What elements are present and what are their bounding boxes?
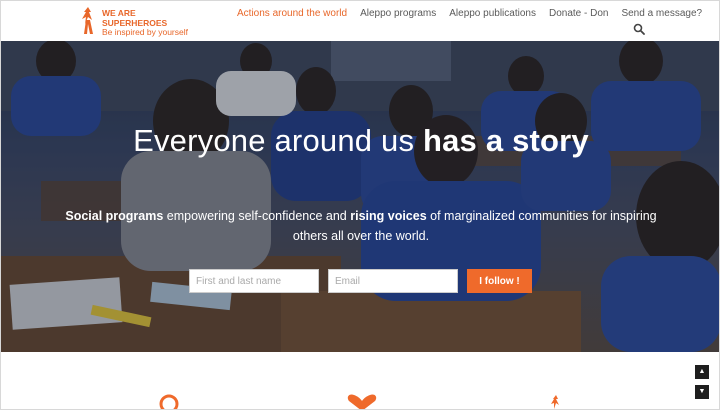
hero-title-bold: has a story bbox=[422, 123, 589, 158]
nav-item-aleppo-programs[interactable]: Aleppo programs bbox=[360, 8, 436, 19]
hero-subtitle: Social programs empowering self-confiden… bbox=[61, 206, 661, 246]
caret-up-icon[interactable]: ▲ bbox=[695, 365, 709, 379]
nav-item-donate[interactable]: Donate - Don bbox=[549, 8, 608, 19]
hero-sub-text-1: empowering self-confidence and bbox=[163, 209, 351, 223]
brand-tagline: Be inspired by yourself bbox=[102, 27, 188, 37]
nav-item-actions[interactable]: Actions around the world bbox=[237, 8, 347, 19]
hero-sub-bold-2: rising voices bbox=[350, 209, 427, 223]
follow-button[interactable]: I follow ! bbox=[467, 269, 532, 293]
main-nav: Actions around the world Aleppo programs… bbox=[237, 8, 715, 19]
superhero-logo-icon bbox=[82, 7, 93, 34]
nav-item-send-message[interactable]: Send a message? bbox=[621, 8, 702, 19]
location-pin-icon bbox=[159, 394, 179, 409]
email-input[interactable] bbox=[328, 269, 458, 293]
site-logo[interactable]: WE ARE SUPERHEROES Be inspired by yourse… bbox=[79, 6, 188, 38]
hero-title: Everyone around us has a story bbox=[1, 123, 719, 159]
feature-icons bbox=[1, 393, 719, 409]
hero-overlay bbox=[1, 41, 719, 352]
follow-form: I follow ! bbox=[189, 269, 532, 293]
site-header: WE ARE SUPERHEROES Be inspired by yourse… bbox=[1, 1, 719, 41]
search-icon[interactable] bbox=[633, 23, 645, 35]
hero-section: Everyone around us has a story Social pr… bbox=[1, 41, 719, 352]
superhero-icon bbox=[551, 395, 559, 409]
page: WE ARE SUPERHEROES Be inspired by yourse… bbox=[0, 0, 720, 410]
name-input[interactable] bbox=[189, 269, 319, 293]
nav-item-aleppo-publications[interactable]: Aleppo publications bbox=[449, 8, 536, 19]
heart-icon bbox=[347, 394, 377, 409]
hero-sub-bold-1: Social programs bbox=[65, 209, 164, 223]
hero-title-light: Everyone around us bbox=[133, 123, 423, 158]
